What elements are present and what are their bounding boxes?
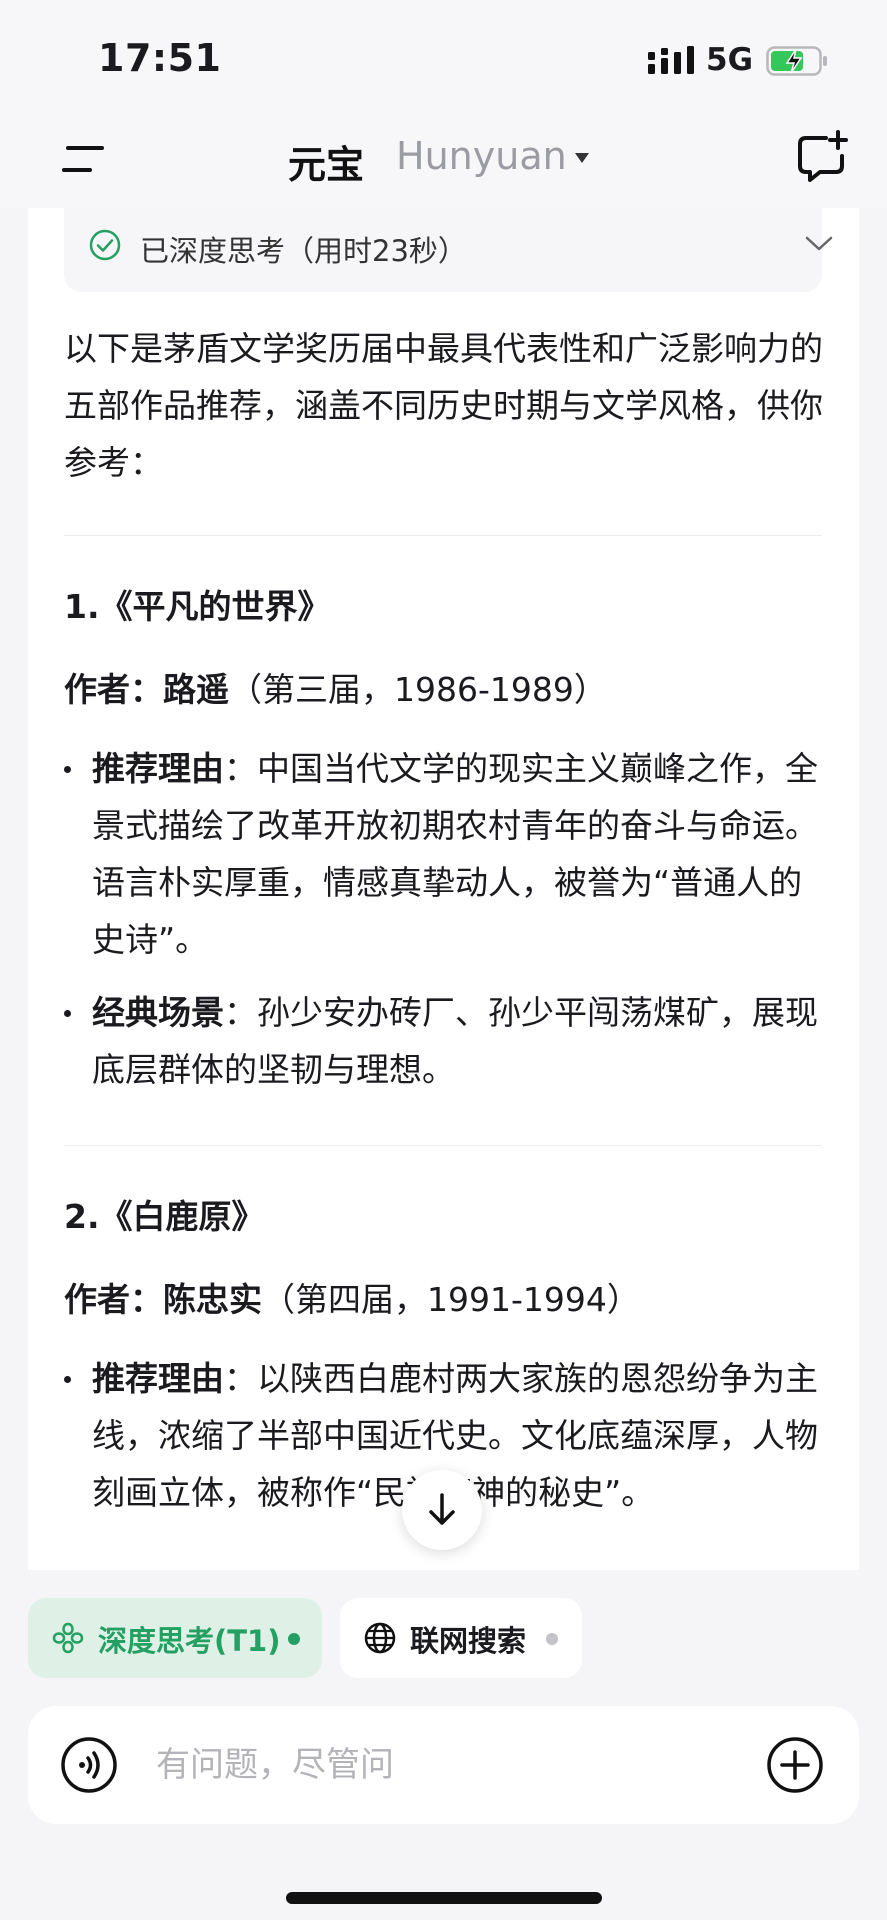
chevron-down-icon[interactable] bbox=[804, 234, 834, 254]
web-search-toggle[interactable]: 联网搜索 bbox=[340, 1598, 582, 1678]
bullet-dot bbox=[64, 1010, 71, 1017]
model-selector[interactable]: Hunyuan bbox=[396, 134, 567, 178]
author-label: 作者： bbox=[64, 1280, 163, 1319]
author-detail: （第四届，1991-1994） bbox=[262, 1280, 640, 1319]
author-line: 作者：陈忠实（第四届，1991-1994） bbox=[64, 1273, 640, 1321]
work-title: 2.《白鹿原》 bbox=[64, 1197, 265, 1236]
bullet-label: 推荐理由 bbox=[92, 1359, 224, 1398]
check-circle-icon bbox=[89, 229, 121, 261]
author-label: 作者： bbox=[64, 670, 163, 709]
new-chat-icon[interactable] bbox=[796, 130, 848, 184]
bullet-label: 经典场景 bbox=[92, 993, 224, 1032]
web-search-label: 联网搜索 bbox=[410, 1624, 527, 1658]
menu-icon[interactable] bbox=[60, 140, 108, 176]
composer bbox=[28, 1706, 859, 1824]
deep-think-icon bbox=[52, 1622, 84, 1654]
divider bbox=[64, 535, 822, 536]
work-title: 1.《平凡的世界》 bbox=[64, 587, 331, 626]
chat-response: 已深度思考（用时23秒） 以下是茅盾文学奖历届中最具代表性和广泛影响力的五部作品… bbox=[28, 208, 859, 1570]
voice-input-icon[interactable] bbox=[60, 1736, 118, 1794]
thinking-label: 已深度思考（用时23秒） bbox=[140, 234, 467, 268]
message-input[interactable] bbox=[154, 1734, 718, 1796]
intro-paragraph: 以下是茅盾文学奖历届中最具代表性和广泛影响力的五部作品推荐，涵盖不同历史时期与文… bbox=[64, 329, 823, 482]
author-name: 路遥 bbox=[163, 670, 229, 709]
inactive-dot bbox=[546, 1633, 558, 1645]
deep-think-label: 深度思考(T1) bbox=[98, 1624, 281, 1658]
status-time: 17:51 bbox=[98, 36, 222, 80]
add-attachment-icon[interactable] bbox=[766, 1736, 824, 1794]
globe-icon bbox=[364, 1622, 396, 1654]
home-indicator[interactable] bbox=[286, 1892, 602, 1904]
author-line: 作者：路遥（第三届，1986-1989） bbox=[64, 663, 607, 711]
caret-down-icon[interactable] bbox=[574, 152, 590, 164]
battery-charging-icon bbox=[766, 46, 827, 76]
app-title: 元宝 bbox=[288, 143, 365, 187]
bullet-label: 推荐理由 bbox=[92, 749, 224, 788]
arrow-down-icon bbox=[429, 1493, 455, 1525]
list-item: 推荐理由：中国当代文学的现实主义巅峰之作，全景式描绘了改革开放初期农村青年的奋斗… bbox=[64, 740, 834, 968]
cellular-signal-icon bbox=[648, 46, 694, 74]
thinking-summary[interactable]: 已深度思考（用时23秒） bbox=[64, 208, 833, 292]
bullet-dot bbox=[64, 1376, 71, 1383]
list-item: 经典场景：孙少安办砖厂、孙少平闯荡煤矿，展现底层群体的坚韧与理想。 bbox=[64, 984, 834, 1098]
divider bbox=[64, 1145, 822, 1146]
deep-think-toggle[interactable]: 深度思考(T1) bbox=[28, 1598, 322, 1678]
bullet-dot bbox=[64, 766, 71, 773]
nav-bar: 元宝 Hunyuan bbox=[0, 110, 887, 208]
active-dot bbox=[288, 1633, 300, 1645]
status-bar: 17:51 5G bbox=[0, 0, 887, 110]
network-type: 5G bbox=[706, 42, 754, 78]
author-detail: （第三届，1986-1989） bbox=[229, 670, 607, 709]
author-name: 陈忠实 bbox=[163, 1280, 262, 1319]
scroll-to-bottom-button[interactable] bbox=[402, 1470, 482, 1550]
